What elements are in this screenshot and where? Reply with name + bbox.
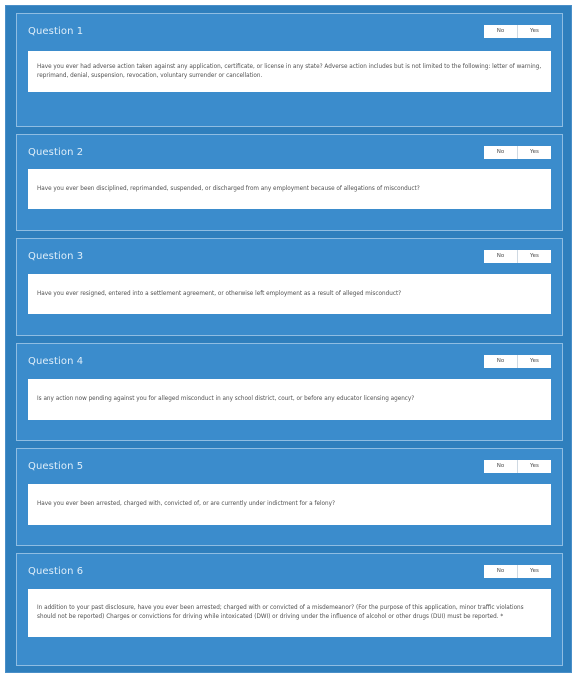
question-5-panel: Question 5 No Yes Have you ever been arr… [16,448,563,546]
question-1-answer-toggle: No Yes [484,25,551,38]
question-2-text: Have you ever been disciplined, repriman… [28,169,551,209]
question-2-yes-button[interactable]: Yes [517,146,551,159]
question-1-title: Question 1 [28,26,84,37]
question-6-answer-toggle: No Yes [484,565,551,578]
question-1-panel: Question 1 No Yes Have you ever had adve… [16,13,563,127]
question-3-panel: Question 3 No Yes Have you ever resigned… [16,238,563,336]
question-2-no-button[interactable]: No [484,146,517,159]
question-2-answer-toggle: No Yes [484,146,551,159]
question-1-yes-button[interactable]: Yes [517,25,551,38]
questionnaire-page: Question 1 No Yes Have you ever had adve… [5,5,572,673]
question-3-title: Question 3 [28,251,84,262]
question-4-text: Is any action now pending against you fo… [28,379,551,420]
question-4-answer-toggle: No Yes [484,355,551,368]
question-1-text: Have you ever had adverse action taken a… [28,51,551,92]
question-2-title: Question 2 [28,147,84,158]
question-5-yes-button[interactable]: Yes [517,460,551,473]
question-6-text: In addition to your past disclosure, hav… [28,589,551,637]
question-4-no-button[interactable]: No [484,355,517,368]
question-6-panel: Question 6 No Yes In addition to your pa… [16,553,563,666]
question-5-text: Have you ever been arrested, charged wit… [28,484,551,525]
question-4-panel: Question 4 No Yes Is any action now pend… [16,343,563,441]
question-3-no-button[interactable]: No [484,250,517,263]
question-5-answer-toggle: No Yes [484,460,551,473]
question-3-text: Have you ever resigned, entered into a s… [28,274,551,314]
question-6-yes-button[interactable]: Yes [517,565,551,578]
question-2-panel: Question 2 No Yes Have you ever been dis… [16,134,563,231]
question-5-no-button[interactable]: No [484,460,517,473]
question-4-title: Question 4 [28,356,84,367]
question-6-no-button[interactable]: No [484,565,517,578]
question-1-no-button[interactable]: No [484,25,517,38]
question-3-answer-toggle: No Yes [484,250,551,263]
question-4-yes-button[interactable]: Yes [517,355,551,368]
question-3-yes-button[interactable]: Yes [517,250,551,263]
question-6-title: Question 6 [28,566,84,577]
question-5-title: Question 5 [28,461,84,472]
